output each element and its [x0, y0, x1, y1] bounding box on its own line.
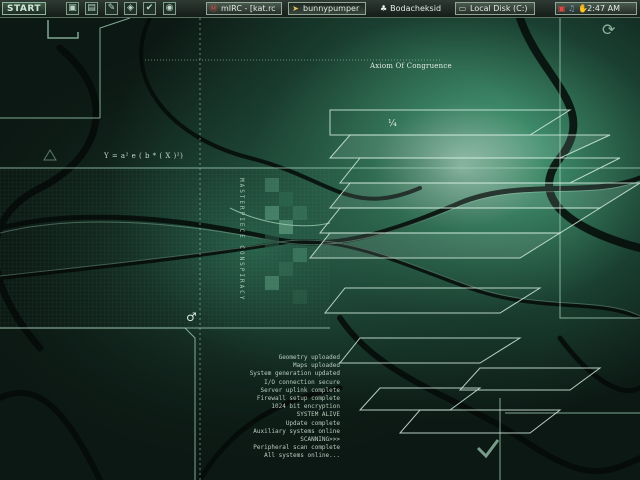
log-line: Auxiliary systems online: [253, 427, 340, 435]
start-button[interactable]: START: [2, 2, 46, 15]
folder-icon[interactable]: ▤: [85, 2, 98, 15]
taskbar-window-bunnypumper[interactable]: ➤ bunnypumper: [288, 2, 366, 15]
log-line: Maps uploaded: [293, 362, 340, 370]
log-line: SCANNING>>>: [300, 436, 340, 444]
male-symbol-icon: ♂: [186, 310, 197, 324]
taskbar-window-label: bunnypumper: [303, 4, 360, 13]
cursor-icon: ➤: [292, 4, 299, 13]
browser-icon[interactable]: ◉: [163, 2, 176, 15]
system-log: Geometry uploaded Maps uploaded System g…: [196, 354, 340, 461]
taskbar-window-bodacheksid[interactable]: ♣ Bodacheksid: [380, 2, 450, 15]
checkmark-icon[interactable]: ✔: [143, 2, 156, 15]
log-line: SYSTEM ALIVE: [296, 411, 340, 419]
taskbar: START ▣ ▤ ✎ ◈ ✔ ◉ ⓂmIRC - [kat.rc ➤ bunny…: [0, 0, 640, 18]
taskbar-window-label: mIRC - [kat.rc: [221, 4, 276, 13]
log-line: Update complete: [285, 419, 340, 427]
log-line: Peripheral scan complete: [253, 444, 340, 452]
refresh-icon: ⟳: [602, 20, 616, 39]
wallpaper-fraction: ¼: [388, 119, 397, 129]
wallpaper-vertical-text: MASTERPIECE CONSPIRACY: [238, 178, 245, 302]
volume-icon[interactable]: ♫: [568, 3, 575, 14]
clock[interactable]: 2:47 AM: [587, 3, 620, 14]
shield-icon[interactable]: ◈: [124, 2, 137, 15]
log-line: Firewall setup complete: [256, 395, 340, 403]
system-tray: ▣ ♫ ✋ 2:47 AM: [555, 2, 637, 15]
drive-icon: ▭: [458, 4, 467, 13]
wallpaper-title: Axiom Of Congruence: [370, 62, 452, 70]
penguin-icon: ♣: [380, 4, 388, 13]
network-icon[interactable]: ▣: [558, 3, 566, 14]
log-line: 1024 bit encryption: [271, 403, 340, 411]
log-line: Server uplink complete: [260, 386, 340, 394]
log-line: Geometry uploaded: [278, 354, 340, 361]
log-line: System generation updated: [249, 370, 340, 378]
mirc-icon: Ⓜ: [209, 4, 218, 13]
pencil-icon[interactable]: ✎: [105, 2, 118, 15]
desktop-icon[interactable]: ▣: [66, 2, 79, 15]
taskbar-window-local-disk[interactable]: ▭ Local Disk (C:): [455, 2, 535, 15]
log-line: All systems online...: [264, 452, 340, 460]
taskbar-window-label: Local Disk (C:): [470, 4, 528, 13]
taskbar-window-label: Bodacheksid: [390, 4, 442, 13]
desktop[interactable]: Axiom Of Congruence Y = a² e ( b * ( X )…: [0, 18, 640, 480]
taskbar-window-mirc[interactable]: ⓂmIRC - [kat.rc: [206, 2, 282, 15]
wallpaper-equation: Y = a² e ( b * ( X )²): [104, 152, 184, 160]
log-line: I/O connection secure: [264, 378, 340, 386]
